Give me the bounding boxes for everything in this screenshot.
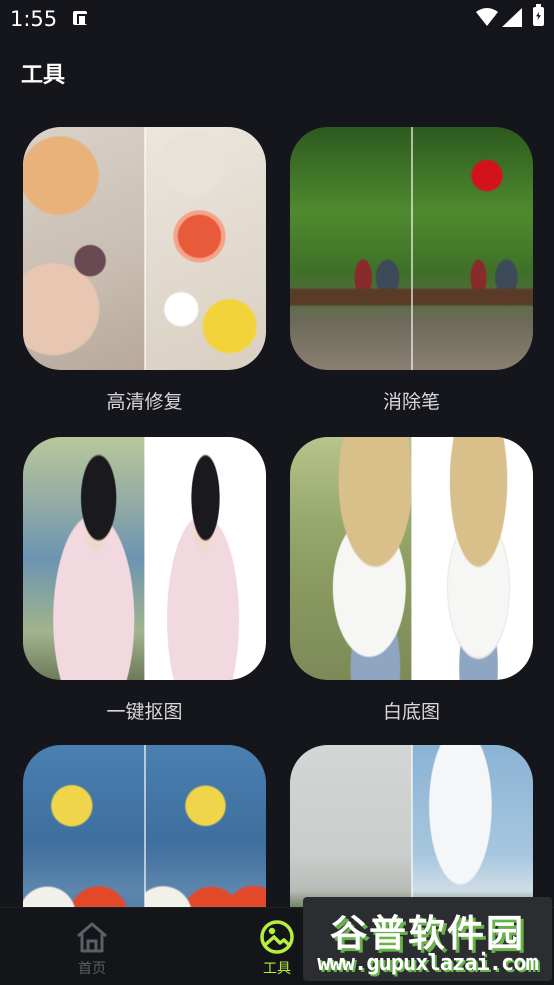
signal-icon xyxy=(502,8,522,27)
tool-label: 高清修复 xyxy=(106,391,183,413)
tool-thumbnail-breakfast[interactable] xyxy=(23,127,266,370)
tool-thumbnail-straw-hat-girl[interactable] xyxy=(290,437,533,680)
nav-item-home[interactable]: 首页 xyxy=(42,908,142,985)
nav-label-home: 首页 xyxy=(78,961,106,977)
home-icon xyxy=(77,922,107,953)
tool-thumbnail-park-bench[interactable] xyxy=(290,127,533,370)
page-title: 工具 xyxy=(21,63,66,88)
status-bar: 1:55 xyxy=(0,0,554,38)
site-watermark: 谷普软件园 www.gupuxlazai.com xyxy=(303,897,552,981)
tool-label: 白底图 xyxy=(382,701,440,723)
watermark-title: 谷普软件园 xyxy=(330,912,525,955)
battery-charging-icon xyxy=(533,4,544,26)
tool-thumbnail-hanfu-girl[interactable] xyxy=(23,437,266,680)
tools-palette-icon xyxy=(260,920,294,954)
watermark-url: www.gupuxlazai.com xyxy=(317,951,538,976)
notification-a-icon xyxy=(73,11,87,25)
tool-label: 消除笔 xyxy=(382,391,440,413)
status-time: 1:55 xyxy=(10,7,58,31)
tool-label: 一键抠图 xyxy=(106,701,183,723)
wifi-icon xyxy=(476,8,498,26)
